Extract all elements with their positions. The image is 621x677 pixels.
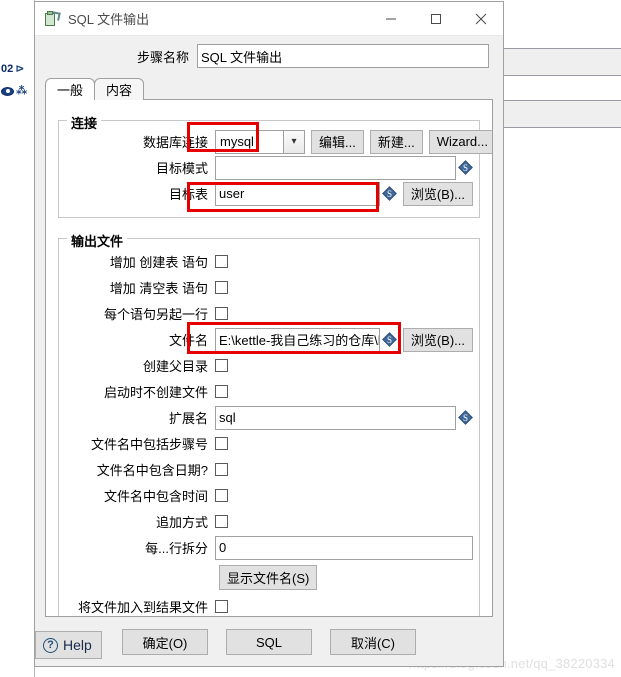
cancel-button[interactable]: 取消(C) <box>330 629 416 655</box>
statement-new-line-label: 每个语句另起一行 <box>103 307 208 322</box>
create-parent-folder-row: 创建父目录 <box>65 353 473 378</box>
no-file-at-start-checkbox[interactable] <box>215 385 228 398</box>
help-button-label: Help <box>63 637 92 653</box>
filename-label: 文件名 <box>168 333 208 348</box>
tab-strip: 一般 内容 <box>45 78 493 100</box>
target-schema-row: 目标模式 S <box>65 155 473 180</box>
dialog-titlebar: SQL 文件输出 <box>35 2 503 36</box>
target-schema-label: 目标模式 <box>155 161 208 176</box>
step-name-label: 步骤名称 <box>136 49 189 65</box>
statement-new-line-checkbox[interactable] <box>215 307 228 320</box>
connection-group: 连接 数据库连接 mysql ▾ 编辑... 新建... Wizard... 目… <box>58 113 492 218</box>
tab-content[interactable]: 内容 <box>94 78 145 100</box>
append-mode-label: 追加方式 <box>155 515 208 530</box>
target-table-label: 目标表 <box>168 187 208 202</box>
db-connection-combo[interactable]: mysql ▾ <box>215 129 305 154</box>
close-button[interactable] <box>458 2 503 35</box>
dialog-button-bar: ? Help 确定(O) SQL 取消(C) <box>35 618 503 666</box>
append-mode-row: 追加方式 <box>65 509 473 534</box>
browse-filename-button[interactable]: 浏览(B)... <box>402 327 473 352</box>
new-connection-button[interactable]: 新建... <box>369 129 423 154</box>
background-icon-row: ⁂ <box>0 82 34 100</box>
include-time-label: 文件名中包含时间 <box>103 489 208 504</box>
extension-input[interactable]: sql <box>215 405 456 430</box>
dialog-title: SQL 文件输出 <box>68 12 150 27</box>
include-date-row: 文件名中包含日期? <box>65 457 473 482</box>
ok-button[interactable]: 确定(O) <box>122 629 208 655</box>
minimize-button[interactable] <box>368 2 413 35</box>
maximize-button[interactable] <box>413 2 458 35</box>
connector-icon: ⁂ <box>16 84 28 97</box>
append-mode-checkbox[interactable] <box>215 515 228 528</box>
split-every-label: 每...行拆分 <box>145 541 208 556</box>
branch-icon: ⊳ <box>15 62 25 75</box>
help-button[interactable]: ? Help <box>35 631 102 659</box>
window-controls <box>368 2 503 35</box>
create-parent-folder-label: 创建父目录 <box>142 359 208 374</box>
target-schema-input[interactable] <box>215 155 456 180</box>
split-every-row: 每...行拆分 0 <box>65 535 473 560</box>
add-truncate-table-checkbox[interactable] <box>215 281 228 294</box>
extension-row: 扩展名 sql S <box>65 405 473 430</box>
show-filenames-button[interactable]: 显示文件名(S) <box>219 564 318 590</box>
include-step-nr-row: 文件名中包括步骤号 <box>65 431 473 456</box>
connection-group-label: 连接 <box>67 113 102 132</box>
add-create-table-checkbox[interactable] <box>215 255 228 268</box>
show-filenames-row: 显示文件名(S) <box>65 561 473 593</box>
eye-icon <box>1 86 14 96</box>
output-file-group-label: 输出文件 <box>67 231 128 250</box>
svg-text:S: S <box>387 189 392 199</box>
add-file-to-result-checkbox[interactable] <box>215 600 228 613</box>
target-table-row: 目标表 user S 浏览(B)... <box>65 181 473 206</box>
sql-button[interactable]: SQL <box>226 629 312 655</box>
include-step-nr-checkbox[interactable] <box>215 437 228 450</box>
create-parent-folder-checkbox[interactable] <box>215 359 228 372</box>
db-connection-value[interactable]: mysql <box>215 129 283 154</box>
wizard-connection-button[interactable]: Wizard... <box>428 129 492 154</box>
tab-general[interactable]: 一般 <box>45 78 96 100</box>
include-time-checkbox[interactable] <box>215 489 228 502</box>
extension-label: 扩展名 <box>168 411 208 426</box>
add-file-to-result-row: 将文件加入到结果文件 <box>65 594 473 616</box>
svg-text:S: S <box>463 163 468 173</box>
variable-icon[interactable]: S <box>381 186 397 201</box>
sql-file-output-dialog: SQL 文件输出 步骤名称 SQL 文件输出 一般 内容 连接 数据库连接 my… <box>34 1 504 667</box>
variable-icon[interactable]: S <box>381 332 397 347</box>
filename-row: 文件名 E:\kettle-我自己练习的仓库\ke S 浏览(B)... <box>65 327 473 352</box>
statement-new-line-row: 每个语句另起一行 <box>65 301 473 326</box>
svg-text:S: S <box>387 335 392 345</box>
include-date-label: 文件名中包含日期? <box>96 463 208 478</box>
output-file-group: 输出文件 增加 创建表 语句 增加 清空表 语句 每个语句另起一行 文件名 E:… <box>58 231 480 616</box>
sql-file-output-icon <box>44 10 61 27</box>
background-left-panel: 02 ⊳ ⁂ <box>0 0 35 677</box>
background-step-row: 02 ⊳ <box>0 60 34 78</box>
step-name-input[interactable]: SQL 文件输出 <box>197 44 489 68</box>
db-connection-label: 数据库连接 <box>142 135 208 150</box>
variable-icon[interactable]: S <box>458 160 473 175</box>
db-connection-row: 数据库连接 mysql ▾ 编辑... 新建... Wizard... <box>65 129 492 154</box>
browse-table-button[interactable]: 浏览(B)... <box>402 181 473 206</box>
step-name-row: 步骤名称 SQL 文件输出 <box>35 40 503 72</box>
edit-connection-button[interactable]: 编辑... <box>311 129 364 154</box>
include-date-checkbox[interactable] <box>215 463 228 476</box>
include-time-row: 文件名中包含时间 <box>65 483 473 508</box>
chevron-down-icon[interactable]: ▾ <box>283 129 305 154</box>
question-mark-icon: ? <box>43 637 58 653</box>
add-file-to-result-label: 将文件加入到结果文件 <box>77 600 208 615</box>
target-table-value[interactable]: user <box>215 181 380 206</box>
split-every-input[interactable]: 0 <box>215 535 473 560</box>
background-step-number: 02 <box>1 63 14 75</box>
tab-panel-general: 连接 数据库连接 mysql ▾ 编辑... 新建... Wizard... 目… <box>45 99 493 617</box>
add-truncate-table-label: 增加 清空表 语句 <box>109 281 208 296</box>
no-file-at-start-row: 启动时不创建文件 <box>65 379 473 404</box>
filename-value[interactable]: E:\kettle-我自己练习的仓库\ke <box>215 327 380 352</box>
variable-icon[interactable]: S <box>458 410 473 425</box>
svg-text:S: S <box>463 413 468 423</box>
add-create-table-label: 增加 创建表 语句 <box>109 255 208 270</box>
add-create-table-row: 增加 创建表 语句 <box>65 249 473 274</box>
add-truncate-table-row: 增加 清空表 语句 <box>65 275 473 300</box>
include-step-nr-label: 文件名中包括步骤号 <box>90 437 208 452</box>
no-file-at-start-label: 启动时不创建文件 <box>103 385 208 400</box>
